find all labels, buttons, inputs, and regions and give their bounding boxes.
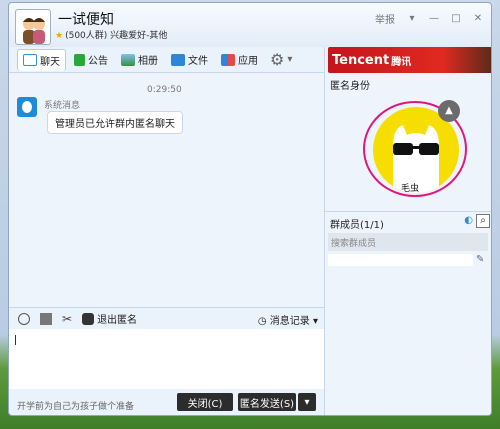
close-window-button[interactable]: ✕ <box>473 13 483 24</box>
member-list-item[interactable] <box>328 254 473 266</box>
message-input[interactable] <box>9 329 324 389</box>
tencent-banner[interactable]: Tencent 腾讯 <box>328 47 491 73</box>
title-bar: 一试便知 ★ (500人群) 兴趣爱好-其他 举报 ▾ — □ ✕ <box>9 3 491 47</box>
right-panel: Tencent 腾讯 匿名身份 毛虫 ▲ 群成员(1/1) ◐ ⌕ 搜索群成员 … <box>324 47 491 415</box>
system-avatar <box>17 97 37 117</box>
group-title: 一试便知 <box>58 12 114 28</box>
clock-icon: ◷ <box>257 316 267 327</box>
minimize-button[interactable]: — <box>429 13 439 24</box>
tab-files[interactable]: 文件 <box>166 49 213 71</box>
chevron-down-icon[interactable]: ▾ <box>287 54 292 65</box>
group-subtitle: ★ (500人群) 兴趣爱好-其他 <box>55 28 167 41</box>
banner-brand: Tencent <box>332 52 390 68</box>
window-controls: 举报 ▾ — □ ✕ <box>375 11 483 26</box>
history-button[interactable]: ◷ 消息记录 ▾ <box>258 312 318 327</box>
chat-window: 一试便知 ★ (500人群) 兴趣爱好-其他 举报 ▾ — □ ✕ 聊天 公告 相… <box>8 2 492 416</box>
anonymous-section-label: 匿名身份 <box>330 81 370 92</box>
chat-icon <box>23 54 37 66</box>
screenshot-icon[interactable]: ✂ <box>62 312 72 326</box>
anonymous-avatar-ring[interactable]: 毛虫 ▲ <box>363 100 467 197</box>
tab-album-label: 相册 <box>138 56 158 67</box>
search-icon[interactable]: ⌕ <box>476 214 490 228</box>
exit-anonymous-button[interactable]: 退出匿名 <box>82 311 137 326</box>
gear-icon[interactable]: ⚙ <box>270 50 284 69</box>
group-subtitle-text: (500人群) 兴趣爱好-其他 <box>65 31 168 41</box>
banner-brand-cn: 腾讯 <box>391 56 412 68</box>
folder-icon <box>171 53 185 66</box>
dropdown-icon[interactable]: ▾ <box>407 13 417 24</box>
edit-icon[interactable]: ✎ <box>476 254 484 265</box>
chevron-down-icon: ▾ <box>312 316 318 327</box>
member-search-input[interactable]: 搜索群成员 <box>328 233 488 251</box>
photo-icon <box>121 53 135 66</box>
hat-icon[interactable]: ▲ <box>438 100 460 122</box>
send-button[interactable]: 匿名发送(S) <box>238 393 296 411</box>
text-caret <box>15 335 16 345</box>
members-title: 群成员(1/1) <box>330 220 384 231</box>
ad-hint[interactable]: 开学前为自己为孩子做个准备 <box>17 399 134 412</box>
emoji-icon[interactable] <box>18 312 30 325</box>
chat-bubble-icon[interactable]: ◐ <box>464 215 473 226</box>
tab-announcement-label: 公告 <box>88 56 108 67</box>
mask-icon <box>82 312 95 325</box>
tab-apps-label: 应用 <box>238 56 258 67</box>
chat-messages: 0:29:50 系统消息 管理员已允许群内匿名聊天 <box>9 73 324 307</box>
message-timestamp: 0:29:50 <box>147 85 182 95</box>
send-options-button[interactable]: ▾ <box>298 393 316 411</box>
report-button[interactable]: 举报 <box>375 11 395 26</box>
apps-icon <box>221 53 235 66</box>
tab-apps[interactable]: 应用 <box>216 49 263 71</box>
image-icon[interactable] <box>40 312 52 325</box>
main-toolbar: 聊天 公告 相册 文件 应用 ⚙ ▾ <box>9 47 324 73</box>
exit-anonymous-label: 退出匿名 <box>97 315 138 326</box>
maximize-button[interactable]: □ <box>451 13 461 24</box>
star-icon: ★ <box>55 31 64 41</box>
input-toolbar: ✂ 退出匿名 ◷ 消息记录 ▾ <box>9 307 324 329</box>
group-avatar[interactable] <box>15 9 51 45</box>
tab-chat[interactable]: 聊天 <box>17 48 66 71</box>
tab-album[interactable]: 相册 <box>116 49 163 71</box>
flag-icon <box>74 53 85 66</box>
anonymous-name: 毛虫 <box>401 184 420 194</box>
tab-files-label: 文件 <box>188 56 208 67</box>
close-button[interactable]: 关闭(C) <box>177 393 233 411</box>
system-sender: 系统消息 <box>44 101 81 111</box>
history-label: 消息记录 <box>269 316 310 327</box>
tab-chat-label: 聊天 <box>40 56 60 68</box>
tab-announcement[interactable]: 公告 <box>69 49 113 71</box>
members-header: 群成员(1/1) ◐ ⌕ <box>325 211 491 231</box>
system-message: 管理员已允许群内匿名聊天 <box>47 111 183 134</box>
